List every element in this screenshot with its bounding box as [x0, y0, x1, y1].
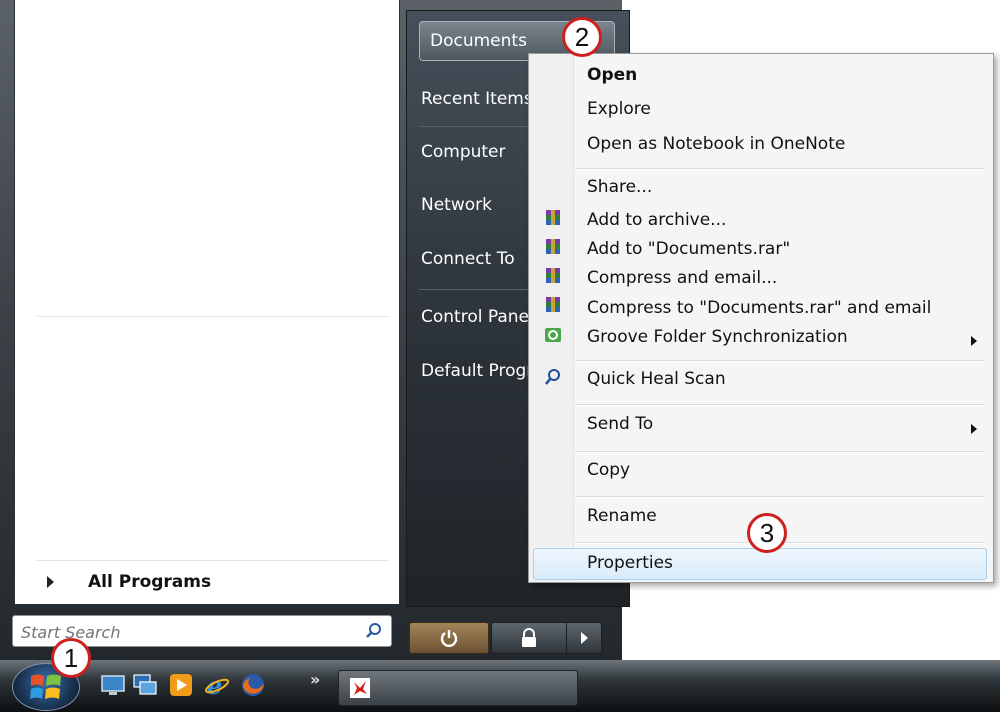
places-item-computer[interactable]: Computer: [421, 132, 506, 172]
winrar-icon: [546, 297, 560, 312]
power-button[interactable]: [409, 622, 489, 654]
menu-separator: [575, 451, 985, 453]
submenu-arrow-icon: [971, 336, 977, 346]
show-desktop-icon[interactable]: [100, 672, 126, 698]
menu-item-quick-heal-scan[interactable]: Quick Heal Scan: [587, 366, 726, 392]
quick-launch-overflow-icon[interactable]: »: [310, 670, 320, 689]
all-programs-label: All Programs: [88, 572, 212, 592]
winrar-icon: [546, 239, 560, 254]
places-item-recent-items[interactable]: Recent Items: [421, 79, 533, 119]
menu-item-share[interactable]: Share...: [587, 174, 652, 200]
windows-logo-icon: [30, 674, 61, 699]
menu-item-send-to[interactable]: Send To: [587, 411, 653, 437]
menu-item-add-to-documents-rar[interactable]: Add to "Documents.rar": [587, 236, 790, 262]
menu-separator: [575, 360, 985, 362]
pinned-programs-pane: All Programs: [14, 0, 400, 605]
places-item-connect-to[interactable]: Connect To: [421, 239, 515, 279]
menu-item-open-as-notebook[interactable]: Open as Notebook in OneNote: [587, 131, 845, 157]
callout-step-3: 3: [747, 513, 787, 553]
lock-icon: [522, 628, 536, 647]
menu-item-properties[interactable]: Properties: [587, 550, 673, 576]
media-player-icon[interactable]: [168, 672, 194, 698]
menu-separator: [575, 496, 985, 498]
taskbar-window-button[interactable]: [338, 670, 578, 706]
divider: [37, 560, 389, 561]
taskbar: e »: [0, 660, 1000, 712]
all-programs-button[interactable]: All Programs: [29, 568, 399, 596]
menu-item-compress-and-email[interactable]: Compress and email...: [587, 265, 777, 291]
submenu-arrow-icon: [971, 424, 977, 434]
lock-button[interactable]: [491, 622, 567, 654]
context-menu: Open Explore Open as Notebook in OneNote…: [528, 53, 994, 583]
menu-item-groove-folder-sync[interactable]: Groove Folder Synchronization: [587, 324, 848, 350]
groove-icon: [545, 328, 561, 342]
menu-item-compress-to-rar-and-email[interactable]: Compress to "Documents.rar" and email: [587, 295, 931, 321]
firefox-icon[interactable]: [240, 672, 266, 698]
menu-item-add-to-archive[interactable]: Add to archive...: [587, 207, 726, 233]
expand-arrow-icon: [47, 576, 54, 588]
winrar-icon: [546, 268, 560, 283]
internet-explorer-icon[interactable]: e: [204, 672, 230, 698]
icon-gutter: [529, 54, 574, 582]
menu-separator: [575, 404, 985, 406]
quick-heal-icon: [545, 369, 560, 385]
chevron-right-icon: [580, 632, 588, 644]
search-icon[interactable]: [365, 622, 383, 644]
divider: [37, 316, 389, 317]
winrar-icon: [546, 210, 560, 225]
callout-step-1: 1: [51, 638, 91, 678]
menu-separator: [575, 168, 985, 170]
menu-item-explore[interactable]: Explore: [587, 96, 651, 122]
menu-item-copy[interactable]: Copy: [587, 457, 630, 483]
power-icon: [440, 630, 458, 647]
callout-step-2: 2: [562, 17, 602, 57]
places-item-control-panel[interactable]: Control Panel: [421, 297, 534, 337]
menu-item-rename[interactable]: Rename: [587, 503, 657, 529]
switch-windows-icon[interactable]: [132, 672, 158, 698]
app-icon: [350, 678, 370, 698]
places-item-network[interactable]: Network: [421, 185, 492, 225]
shutdown-options-button[interactable]: [566, 622, 602, 654]
menu-item-open[interactable]: Open: [587, 62, 637, 88]
